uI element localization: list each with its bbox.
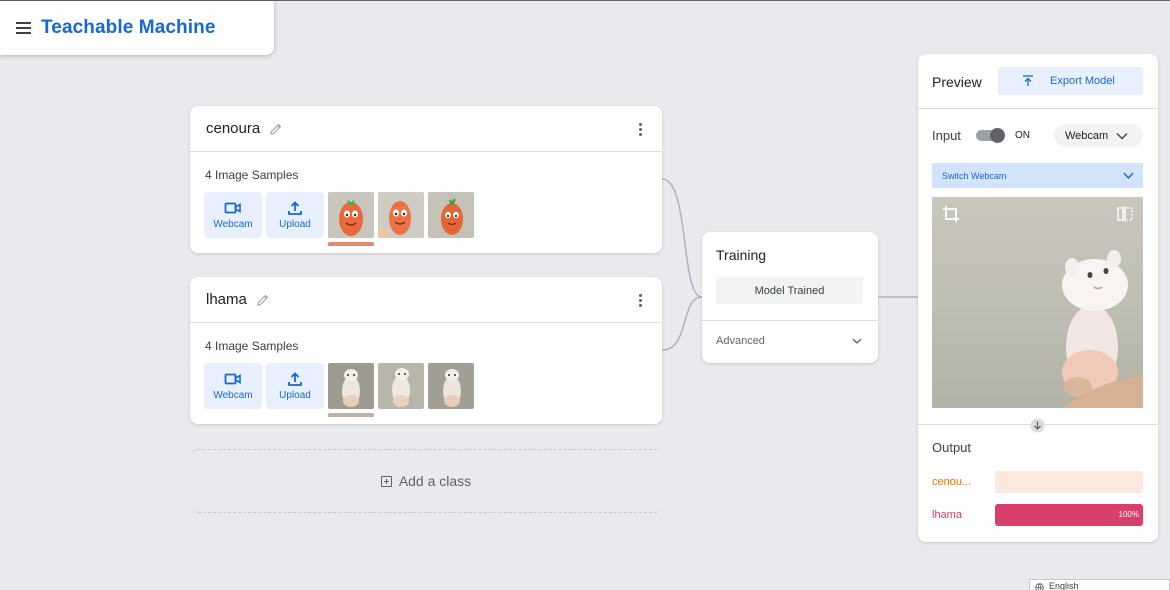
sample-thumbnail-overflow [328, 242, 374, 246]
webcam-button-label: Webcam [213, 219, 253, 230]
add-class-button[interactable]: Add a class [190, 449, 662, 513]
output-label: Output [932, 440, 972, 455]
webcam-preview [932, 197, 1143, 408]
upload-button-label: Upload [279, 390, 311, 401]
confidence-percent: 100% [1118, 510, 1139, 519]
training-title: Training [716, 247, 767, 263]
preview-title: Preview [932, 74, 982, 90]
preview-panel: Preview Export Model Input ON Webcam Swi… [918, 54, 1158, 542]
class-card-header: cenoura [190, 106, 662, 152]
samples-count: 4 Image Samples [205, 339, 299, 353]
switch-webcam-select[interactable]: Switch Webcam [932, 163, 1143, 188]
sample-thumbnail[interactable] [428, 363, 474, 409]
input-source-select[interactable]: Webcam [1054, 124, 1143, 147]
upload-button[interactable]: Upload [266, 192, 324, 238]
training-panel: Training Model Trained Advanced [702, 232, 878, 363]
upload-button-label: Upload [279, 219, 311, 230]
upload-icon [1023, 75, 1033, 86]
class-name[interactable]: lhama [206, 291, 247, 308]
input-source-value: Webcam [1065, 129, 1109, 142]
sample-thumbnail[interactable] [328, 192, 374, 238]
sample-thumbnail[interactable] [378, 192, 424, 238]
upload-icon [288, 201, 302, 215]
divider [918, 108, 1158, 109]
confidence-bar: 100% [995, 504, 1143, 526]
arrow-down-icon [1030, 418, 1045, 433]
output-row-cenoura: cenou... [932, 471, 1143, 493]
flip-icon[interactable] [1117, 206, 1133, 222]
chevron-down-icon[interactable] [852, 336, 862, 346]
more-options-icon[interactable] [639, 123, 642, 136]
sample-thumbnail[interactable] [428, 192, 474, 238]
output-row-lhama: lhama 100% [932, 504, 1143, 526]
samples-count: 4 Image Samples [205, 168, 299, 182]
input-toggle-knob[interactable] [990, 128, 1005, 143]
language-select[interactable]: English [1029, 579, 1170, 590]
class-card-lhama: lhama 4 Image Samples Webcam Upload [190, 277, 662, 424]
edit-pencil-icon[interactable] [269, 122, 283, 136]
output-class-name: lhama [932, 509, 962, 521]
output-class-name: cenou... [932, 476, 972, 488]
export-model-label: Export Model [1050, 75, 1115, 87]
crop-icon[interactable] [942, 205, 960, 223]
switch-webcam-label: Switch Webcam [942, 170, 1007, 181]
sample-thumbnail[interactable] [328, 363, 374, 409]
upload-button[interactable]: Upload [266, 363, 324, 409]
add-class-label: Add a class [398, 473, 472, 489]
webcam-button-label: Webcam [213, 390, 253, 401]
model-trained-button[interactable]: Model Trained [716, 277, 863, 304]
add-box-icon [380, 475, 392, 487]
video-camera-icon [224, 373, 241, 385]
edit-pencil-icon[interactable] [256, 293, 270, 307]
class-card-header: lhama [190, 277, 662, 323]
video-camera-icon [224, 202, 241, 214]
advanced-toggle[interactable]: Advanced [716, 335, 765, 347]
globe-icon [1035, 583, 1044, 590]
upload-icon [288, 372, 302, 386]
divider [702, 320, 878, 321]
sample-row: Webcam Upload [204, 192, 474, 238]
more-options-icon[interactable] [639, 294, 642, 307]
webcam-button[interactable]: Webcam [204, 192, 262, 238]
export-model-button[interactable]: Export Model [998, 67, 1143, 95]
confidence-bar [995, 471, 1143, 493]
sample-thumbnail-overflow [328, 413, 374, 417]
toggle-state-label: ON [1015, 130, 1030, 141]
language-value: English [1049, 581, 1079, 590]
app-header: Teachable Machine [0, 1, 274, 55]
llama-toy-image [1062, 250, 1143, 408]
chevron-down-icon [1123, 172, 1134, 180]
app-title[interactable]: Teachable Machine [41, 17, 216, 39]
class-card-cenoura: cenoura 4 Image Samples Webcam Upload [190, 106, 662, 253]
chevron-down-icon [1116, 132, 1128, 139]
input-label: Input [932, 128, 961, 143]
sample-row: Webcam Upload [204, 363, 474, 409]
webcam-button[interactable]: Webcam [204, 363, 262, 409]
sample-thumbnail[interactable] [378, 363, 424, 409]
class-name[interactable]: cenoura [206, 120, 260, 137]
menu-icon[interactable] [16, 22, 31, 34]
